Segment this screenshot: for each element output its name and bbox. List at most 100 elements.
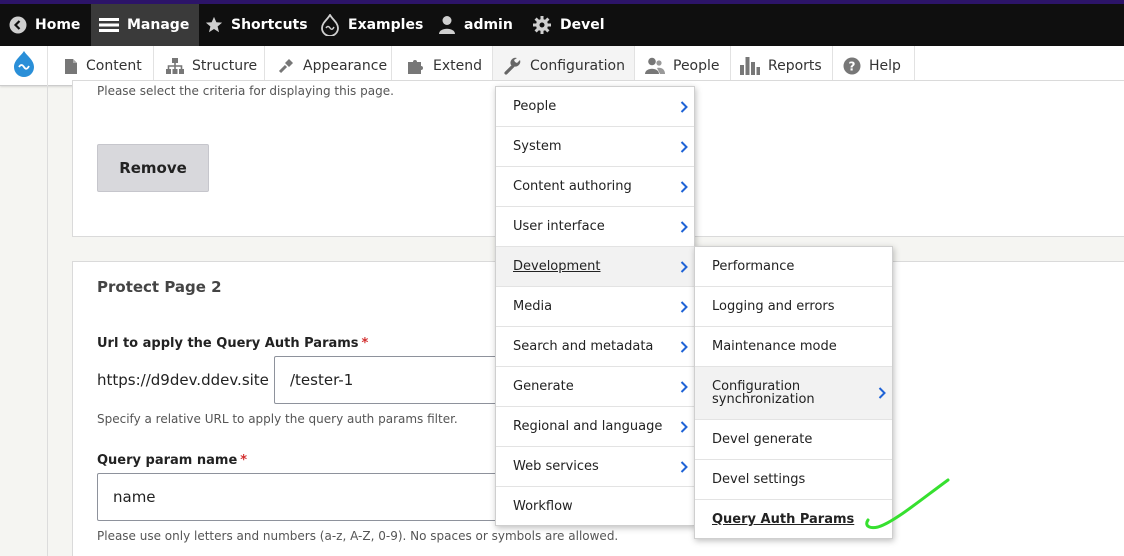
document-icon [64,58,78,75]
required-mark: * [361,336,369,351]
chevron-left-circle-icon [9,16,27,34]
chevron-right-icon [680,220,690,234]
param-name-value: name [113,488,156,506]
submenu-item-label: Devel generate [712,432,813,447]
drupal-logo[interactable] [0,46,48,86]
submenu-item-label: Devel settings [712,472,806,487]
hamburger-icon [99,17,119,33]
menu-item-user-interface[interactable]: User interface [496,207,694,247]
menu-item-content-authoring[interactable]: Content authoring [496,167,694,207]
svg-text:?: ? [849,60,856,74]
chevron-right-icon [878,386,888,400]
url-input-value: /tester-1 [290,371,354,389]
menu-item-label: Generate [513,379,574,394]
tray-reports-label: Reports [768,58,822,74]
structure-icon [166,57,184,75]
criteria-description: Please select the criteria for displayin… [97,84,394,98]
wrench-icon [504,57,522,75]
tray-content-label: Content [86,58,142,74]
checkmark-annotation [860,476,952,536]
url-description: Specify a relative URL to apply the quer… [97,412,458,426]
drop-icon [320,14,340,36]
toolbar-admin-label: admin [464,17,513,33]
brush-icon [277,57,295,75]
required-mark: * [240,453,248,468]
menu-item-label: Web services [513,459,599,474]
toolbar-shortcuts-label: Shortcuts [231,17,308,33]
menu-item-label: Development [513,259,601,274]
toolbar-home[interactable]: Home [9,4,80,46]
submenu-item-label: Logging and errors [712,299,835,314]
toolbar-manage[interactable]: Manage [91,4,199,46]
menu-item-development[interactable]: Development [496,247,694,287]
menu-item-generate[interactable]: Generate [496,367,694,407]
submenu-item-configuration-synchronization[interactable]: Configuration synchronization [695,367,892,420]
tray-structure-label: Structure [192,58,258,74]
menu-item-system[interactable]: System [496,127,694,167]
submenu-item-label: Performance [712,259,795,274]
left-divider [47,86,48,556]
param-name-input[interactable]: name [97,473,517,521]
param-description: Please use only letters and numbers (a-z… [97,529,619,543]
menu-item-media[interactable]: Media [496,287,694,327]
toolbar-admin[interactable]: admin [438,4,513,46]
admin-toolbar: Home Manage Shortcuts Examples admin Dev… [0,0,1124,46]
menu-item-label: System [513,139,562,154]
menu-item-search-and-metadata[interactable]: Search and metadata [496,327,694,367]
menu-item-label: Search and metadata [513,339,654,354]
param-label-text: Query param name [97,453,238,468]
menu-item-workflow[interactable]: Workflow [496,487,694,526]
star-icon [205,16,223,34]
url-label: Url to apply the Query Auth Params * [97,336,368,351]
toolbar-examples[interactable]: Examples [320,4,423,46]
toolbar-devel-label: Devel [560,17,605,33]
chevron-right-icon [680,380,690,394]
chevron-right-icon [680,260,690,274]
remove-button[interactable]: Remove [97,144,209,192]
chevron-right-icon [680,140,690,154]
toolbar-manage-label: Manage [127,17,190,33]
chevron-right-icon [680,460,690,474]
menu-item-regional-and-language[interactable]: Regional and language [496,407,694,447]
submenu-item-logging-and-errors[interactable]: Logging and errors [695,287,892,327]
menu-item-label: Content authoring [513,179,632,194]
menu-item-label: People [513,99,557,114]
param-label: Query param name * [97,453,247,468]
puzzle-icon [407,57,425,75]
tray-people-label: People [673,58,720,74]
chevron-right-icon [680,100,690,114]
configuration-menu: People System Content authoring User int… [495,86,695,526]
submenu-item-label: Query Auth Params [712,512,855,527]
toolbar-shortcuts[interactable]: Shortcuts [205,4,308,46]
menu-item-label: User interface [513,219,605,234]
menu-item-label: Media [513,299,553,314]
submenu-item-maintenance-mode[interactable]: Maintenance mode [695,327,892,367]
tray-appearance-label: Appearance [303,58,388,74]
chevron-right-icon [680,300,690,314]
help-icon: ? [843,57,861,75]
submenu-item-label: Configuration synchronization [712,379,815,407]
menu-item-label: Workflow [513,499,573,514]
chevron-right-icon [680,340,690,354]
chevron-right-icon [680,420,690,434]
menu-item-people[interactable]: People [496,87,694,127]
toolbar-devel[interactable]: Devel [532,4,605,46]
menu-item-label: Regional and language [513,419,663,434]
tray-help-label: Help [869,58,901,74]
submenu-item-label: Maintenance mode [712,339,837,354]
section-title: Protect Page 2 [97,278,222,296]
submenu-item-performance[interactable]: Performance [695,247,892,287]
url-label-text: Url to apply the Query Auth Params [97,336,359,351]
toolbar-home-label: Home [35,17,81,33]
tray-configuration-label: Configuration [530,58,625,74]
url-prefix: https://d9dev.ddev.site [97,371,269,389]
chevron-right-icon [680,180,690,194]
submenu-item-devel-generate[interactable]: Devel generate [695,420,892,460]
user-icon [438,15,456,35]
gear-icon [532,15,552,35]
menu-item-web-services[interactable]: Web services [496,447,694,487]
tray-extend-label: Extend [433,58,482,74]
toolbar-examples-label: Examples [348,17,424,33]
url-input[interactable]: /tester-1 [274,356,514,404]
drupal-logo-icon [12,50,36,82]
